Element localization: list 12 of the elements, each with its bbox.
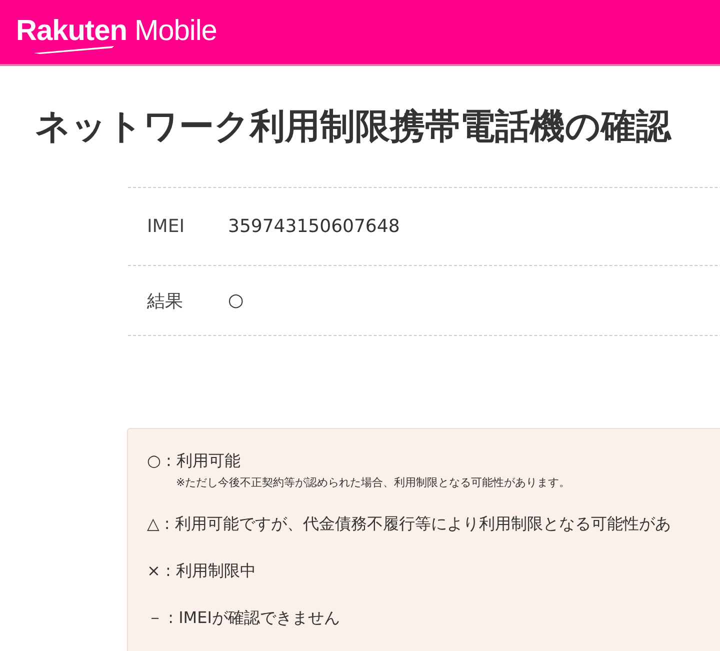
legend-entry: × : 利用制限中 <box>147 560 257 582</box>
page-title: ネットワーク利用制限携帯電話機の確認 <box>35 106 672 149</box>
row-value: 359743150607648 <box>228 216 400 237</box>
legend-entry: ○ : 利用可能 <box>147 450 242 472</box>
legend-entry: △ : 利用可能ですが、代金債務不履行等により利用制限となる可能性があ <box>147 513 672 535</box>
legend-entry: － : IMEIが確認できません <box>147 607 341 629</box>
brand-logo[interactable]: Rakuten Mobile <box>16 14 217 46</box>
row-label: IMEI <box>147 216 186 237</box>
swoosh-icon <box>34 44 114 54</box>
row-label: 結果 <box>147 290 184 312</box>
legend-note: ※ただし今後不正契約等が認められた場合、利用制限となる可能性があります。 <box>176 475 572 491</box>
row-value: ○ <box>228 290 244 311</box>
